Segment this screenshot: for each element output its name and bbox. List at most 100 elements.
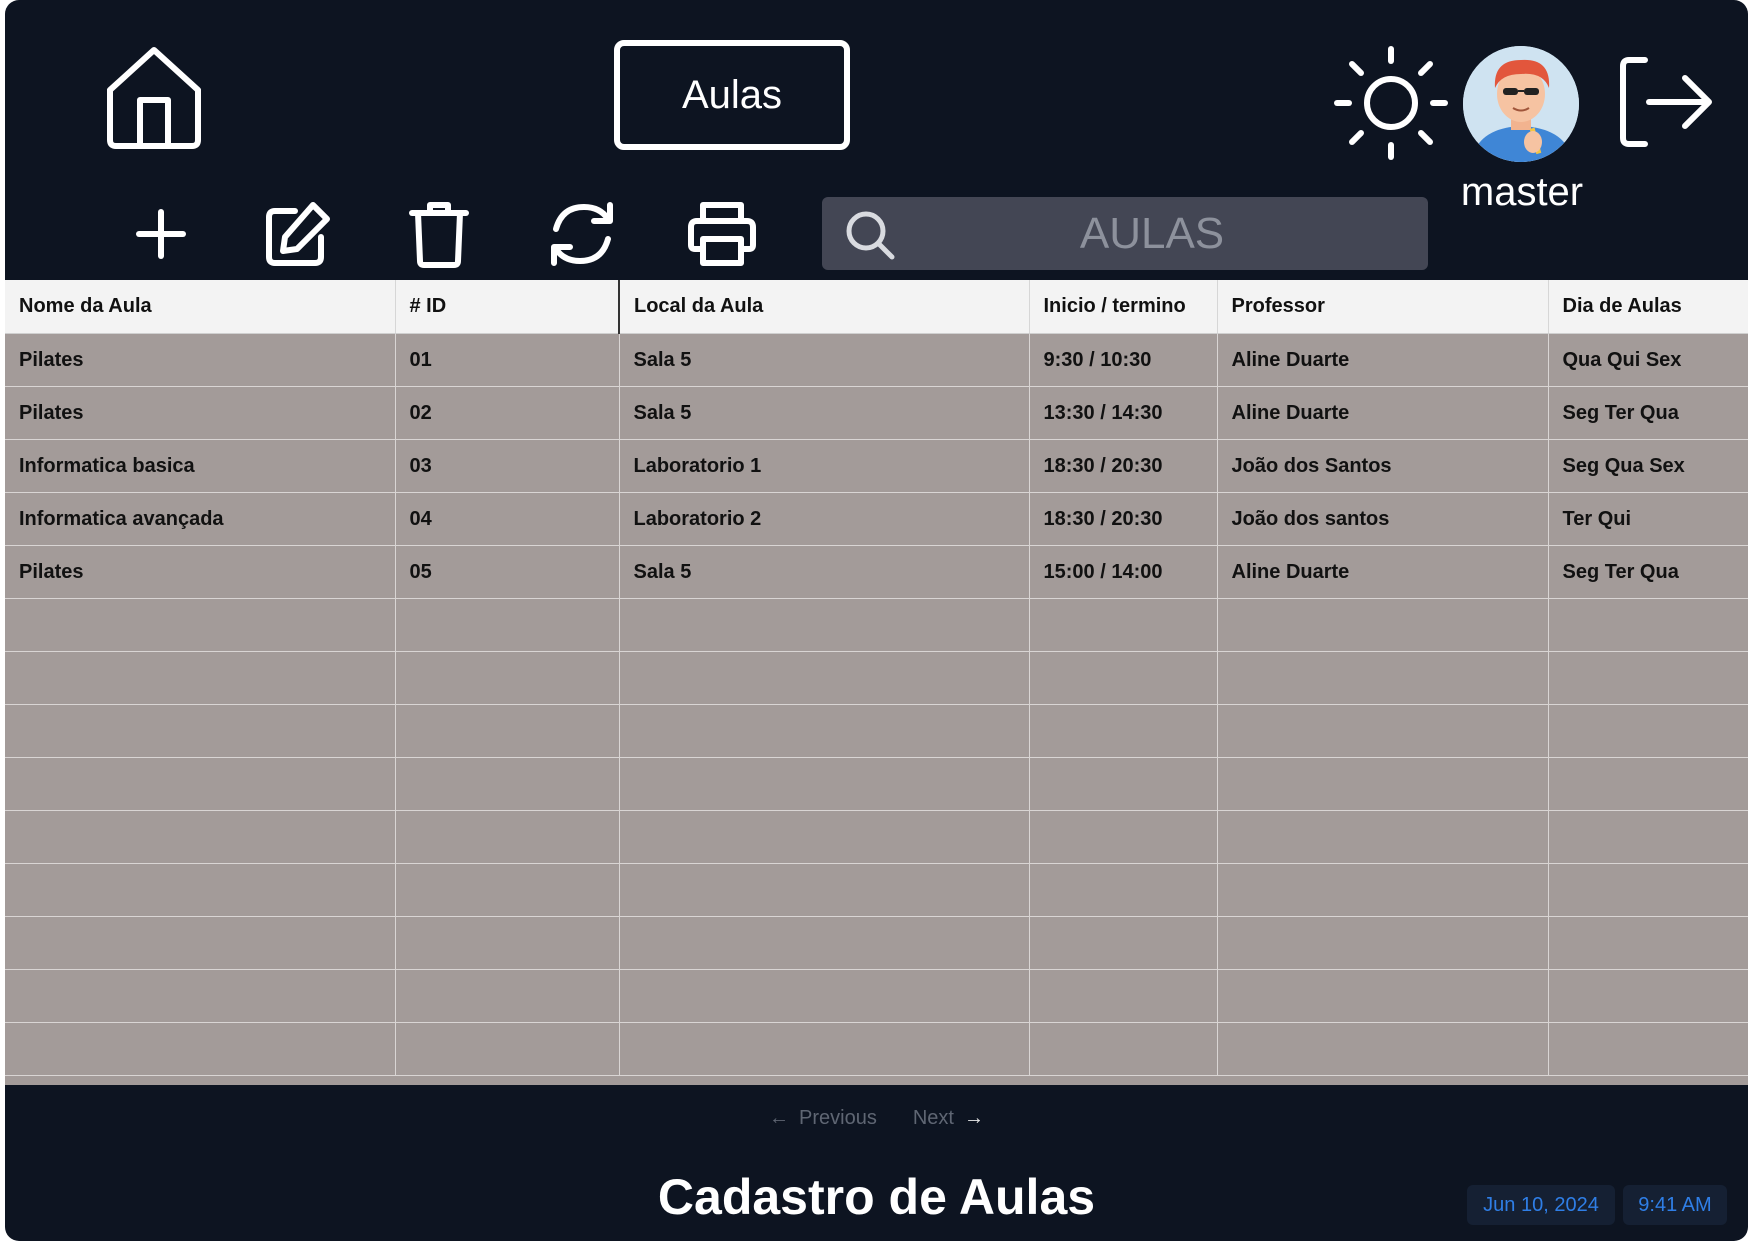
table-cell bbox=[619, 916, 1030, 970]
table-cell bbox=[619, 598, 1030, 652]
table-cell: 18:30 / 20:30 bbox=[1029, 439, 1218, 493]
table-cell bbox=[1029, 863, 1218, 917]
search-bar[interactable] bbox=[822, 197, 1428, 270]
table-row[interactable] bbox=[5, 704, 1748, 758]
table-cell bbox=[1548, 651, 1748, 705]
table-cell bbox=[5, 863, 396, 917]
table-cell bbox=[5, 757, 396, 811]
table-cell bbox=[1029, 757, 1218, 811]
arrow-right-icon: → bbox=[963, 1106, 984, 1129]
table-cell bbox=[5, 598, 396, 652]
logout-button[interactable] bbox=[1615, 52, 1715, 152]
table-row[interactable] bbox=[5, 863, 1748, 917]
search-icon bbox=[846, 211, 895, 260]
pagination: ← Previous Next → bbox=[5, 1103, 1748, 1133]
printer-icon bbox=[688, 202, 756, 266]
refresh-icon bbox=[551, 202, 613, 266]
table-cell bbox=[1217, 969, 1549, 1023]
table-row[interactable] bbox=[5, 651, 1748, 705]
table-cell: João dos Santos bbox=[1217, 439, 1549, 493]
table-cell bbox=[395, 1022, 620, 1076]
table-row[interactable]: Pilates 01 Sala 5 9:30 / 10:30 Aline Dua… bbox=[5, 333, 1748, 387]
table-cell bbox=[619, 969, 1030, 1023]
table-row[interactable] bbox=[5, 1022, 1748, 1076]
table-cell bbox=[1029, 651, 1218, 705]
table-cell: João dos santos bbox=[1217, 492, 1549, 546]
column-header[interactable]: # ID bbox=[395, 280, 620, 334]
table-cell bbox=[1217, 651, 1549, 705]
table-cell: Informatica basica bbox=[5, 439, 396, 493]
table-row[interactable] bbox=[5, 810, 1748, 864]
table-cell: 05 bbox=[395, 545, 620, 599]
app-window: Aulas master AULAS Nome da Aula # ID Loc… bbox=[5, 0, 1748, 1241]
table-cell bbox=[619, 704, 1030, 758]
page-header-title[interactable]: Aulas bbox=[614, 40, 850, 150]
classes-table-container: Nome da Aula # ID Local da Aula Inicio /… bbox=[5, 280, 1748, 1085]
table-cell: Sala 5 bbox=[619, 386, 1030, 440]
table-cell bbox=[5, 704, 396, 758]
home-button[interactable] bbox=[100, 42, 208, 154]
table-cell: 03 bbox=[395, 439, 620, 493]
column-header[interactable]: Local da Aula bbox=[619, 280, 1030, 334]
search-input[interactable] bbox=[922, 197, 1382, 270]
table-cell bbox=[1217, 598, 1549, 652]
theme-toggle-button[interactable] bbox=[1333, 45, 1449, 161]
table-cell bbox=[1548, 863, 1748, 917]
table-cell: 04 bbox=[395, 492, 620, 546]
table-cell bbox=[1217, 757, 1549, 811]
column-header[interactable]: Inicio / termino bbox=[1029, 280, 1218, 334]
table-cell bbox=[1548, 810, 1748, 864]
table-cell bbox=[1029, 810, 1218, 864]
table-cell: Seg Qua Sex bbox=[1548, 439, 1748, 493]
table-row[interactable]: Informatica avançada 04 Laboratorio 2 18… bbox=[5, 492, 1748, 546]
table-cell bbox=[1217, 810, 1549, 864]
table-cell bbox=[619, 1022, 1030, 1076]
previous-page-button[interactable]: ← Previous bbox=[769, 1103, 877, 1133]
table-cell bbox=[395, 969, 620, 1023]
avatar-illustration bbox=[1463, 46, 1579, 162]
add-button[interactable] bbox=[127, 200, 195, 268]
table-row[interactable] bbox=[5, 969, 1748, 1023]
table-cell: Aline Duarte bbox=[1217, 545, 1549, 599]
next-page-button[interactable]: Next → bbox=[913, 1103, 984, 1133]
next-label: Next bbox=[912, 1106, 954, 1129]
sun-icon bbox=[1334, 46, 1448, 160]
delete-button[interactable] bbox=[405, 198, 473, 270]
table-cell bbox=[619, 863, 1030, 917]
table-cell: Pilates bbox=[5, 386, 396, 440]
print-button[interactable] bbox=[687, 198, 757, 270]
home-icon bbox=[107, 47, 201, 149]
column-header[interactable]: Professor bbox=[1217, 280, 1549, 334]
edit-button[interactable] bbox=[262, 198, 334, 270]
table-cell bbox=[1548, 969, 1748, 1023]
table-cell bbox=[1548, 916, 1748, 970]
table-row[interactable] bbox=[5, 916, 1748, 970]
table-header-row: Nome da Aula # ID Local da Aula Inicio /… bbox=[5, 280, 1748, 334]
column-header[interactable]: Nome da Aula bbox=[5, 280, 396, 334]
table-cell: 9:30 / 10:30 bbox=[1029, 333, 1218, 387]
table-row[interactable]: Pilates 02 Sala 5 13:30 / 14:30 Aline Du… bbox=[5, 386, 1748, 440]
table-cell: Seg Ter Qua bbox=[1548, 386, 1748, 440]
table-cell: Informatica avançada bbox=[5, 492, 396, 546]
table-cell bbox=[395, 810, 620, 864]
user-avatar[interactable] bbox=[1463, 46, 1579, 162]
table-cell bbox=[1217, 863, 1549, 917]
table-cell: Laboratorio 2 bbox=[619, 492, 1030, 546]
table-row[interactable] bbox=[5, 757, 1748, 811]
column-header[interactable]: Dia de Aulas bbox=[1548, 280, 1748, 334]
table-cell: Aline Duarte bbox=[1217, 333, 1549, 387]
edit-icon bbox=[266, 202, 330, 266]
classes-table: Nome da Aula # ID Local da Aula Inicio /… bbox=[5, 280, 1748, 1076]
table-cell bbox=[1548, 704, 1748, 758]
table-row[interactable] bbox=[5, 598, 1748, 652]
table-cell: Aline Duarte bbox=[1217, 386, 1549, 440]
table-cell bbox=[395, 651, 620, 705]
refresh-button[interactable] bbox=[545, 198, 619, 270]
table-cell bbox=[1548, 598, 1748, 652]
table-cell bbox=[395, 704, 620, 758]
table-row[interactable]: Informatica basica 03 Laboratorio 1 18:3… bbox=[5, 439, 1748, 493]
table-cell bbox=[1217, 1022, 1549, 1076]
table-cell bbox=[395, 916, 620, 970]
table-row[interactable]: Pilates 05 Sala 5 15:00 / 14:00 Aline Du… bbox=[5, 545, 1748, 599]
table-cell: 13:30 / 14:30 bbox=[1029, 386, 1218, 440]
